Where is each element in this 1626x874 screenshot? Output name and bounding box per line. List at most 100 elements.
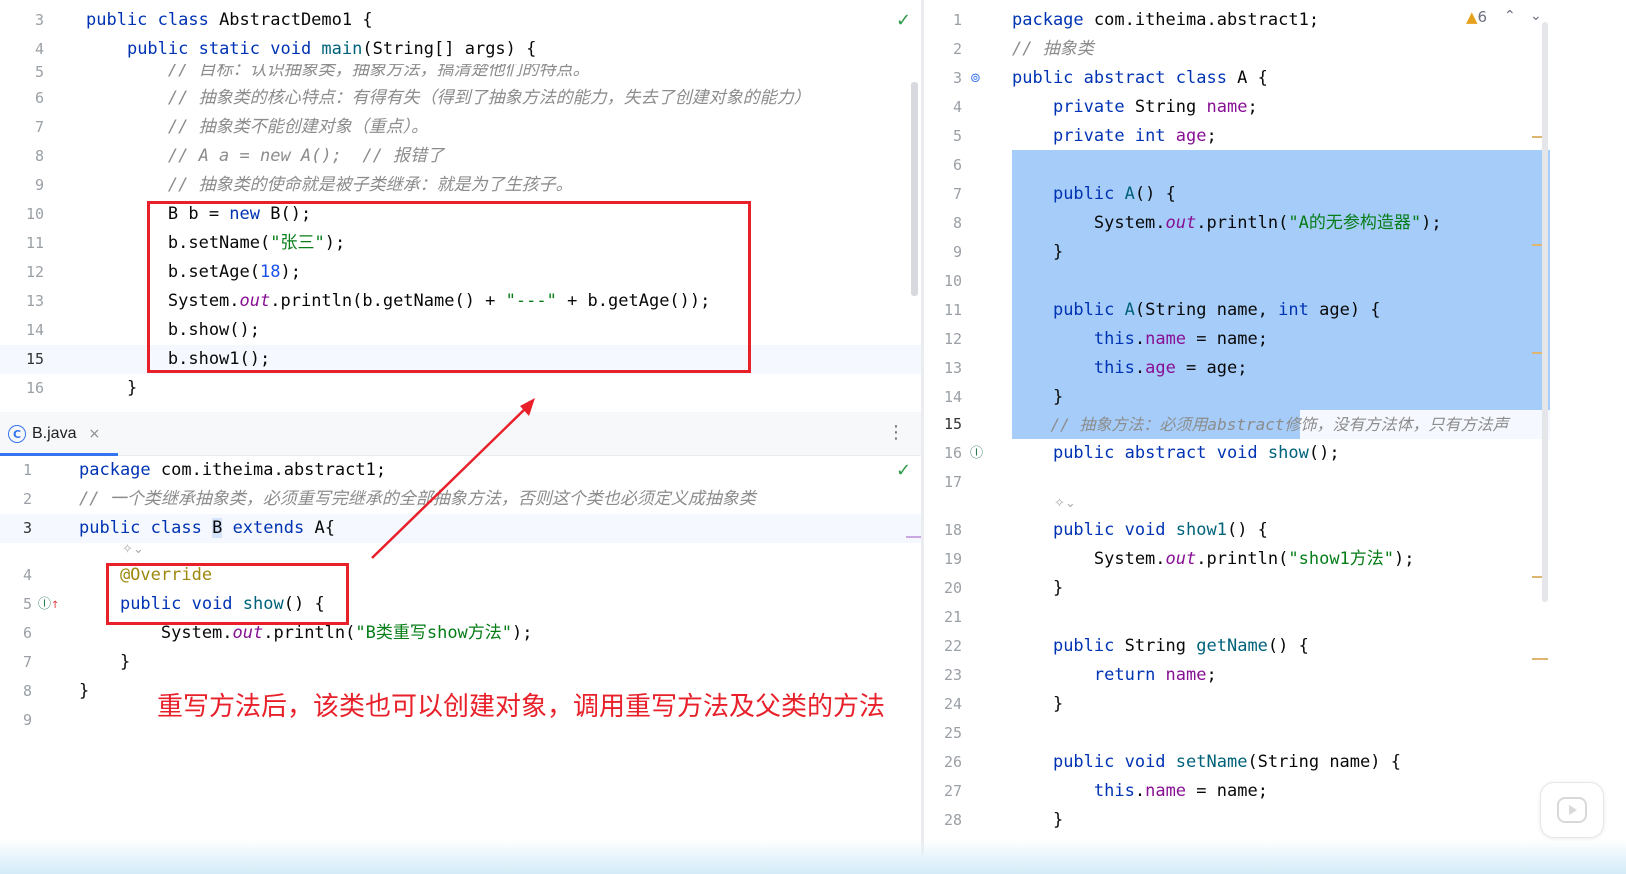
- line-number: 4: [952, 98, 962, 116]
- code-line[interactable]: // 抽象类的核心特点：有得有失（得到了抽象方法的能力，失去了创建对象的能力）: [86, 84, 811, 113]
- code-line[interactable]: }: [79, 677, 89, 706]
- explanation-annotation: 重写方法后，该类也可以创建对象，调用重写方法及父类的方法: [157, 692, 886, 722]
- line-number: 13: [25, 292, 44, 310]
- previous-highlight-icon[interactable]: ⌃: [1504, 8, 1516, 24]
- tab-label: B.java: [32, 425, 77, 442]
- code-line[interactable]: // 抽象类不能创建对象（重点）。: [86, 113, 428, 142]
- no-problems-check-icon: ✓: [896, 10, 912, 31]
- code-line[interactable]: public abstract class A {: [1012, 64, 1268, 93]
- code-line[interactable]: package com.itheima.abstract1;: [1012, 6, 1319, 35]
- line-number: 15: [25, 350, 44, 368]
- line-number: 15: [943, 415, 962, 433]
- code-line[interactable]: // 一个类继承抽象类，必须重写完继承的全部抽象方法，否则这个类也必须定义成抽象…: [79, 485, 756, 514]
- code-line[interactable]: }: [1012, 574, 1063, 603]
- close-icon[interactable]: ×: [88, 426, 100, 442]
- line-number: 6: [952, 156, 962, 174]
- line-number: 12: [25, 263, 44, 281]
- line-number: 13: [943, 359, 962, 377]
- line-number: 21: [943, 608, 962, 626]
- code-line[interactable]: System.out.println("show1方法");: [1012, 545, 1415, 574]
- line-number: 5: [34, 64, 44, 81]
- play-icon: [1557, 797, 1587, 823]
- line-number: 6: [34, 89, 44, 107]
- warning-icon: ▲: [1466, 8, 1478, 26]
- line-number: 23: [943, 666, 962, 684]
- code-line[interactable]: }: [1012, 690, 1063, 719]
- code-line[interactable]: public A(String name, int age) {: [1012, 296, 1381, 325]
- code-line[interactable]: }: [79, 648, 130, 677]
- more-options-icon[interactable]: ⋮: [887, 422, 905, 443]
- line-number: 4: [34, 40, 44, 58]
- line-number: 2: [952, 40, 962, 58]
- code-line[interactable]: // A a = new A(); // 报错了: [86, 142, 444, 171]
- code-line[interactable]: }: [1012, 806, 1063, 835]
- code-line[interactable]: public void show1() {: [1012, 516, 1268, 545]
- line-number: 5: [22, 595, 32, 613]
- line-number: 7: [34, 118, 44, 136]
- code-line[interactable]: }: [1012, 383, 1063, 412]
- line-number: 12: [943, 330, 962, 348]
- ai-assist-icon[interactable]: ✧⌄: [1054, 496, 1076, 511]
- code-line[interactable]: public class B extends A{: [79, 514, 335, 543]
- class-icon: C: [8, 425, 26, 443]
- code-line[interactable]: this.age = age;: [1012, 354, 1248, 383]
- code-line[interactable]: return name;: [1012, 661, 1217, 690]
- line-number: 1: [952, 11, 962, 29]
- line-number: 4: [22, 566, 32, 584]
- code-line[interactable]: public A() {: [1012, 180, 1176, 209]
- play-button[interactable]: [1540, 782, 1604, 838]
- line-number: 27: [943, 782, 962, 800]
- editor-tab-bar: C B.java × ⋮: [0, 412, 921, 456]
- code-line[interactable]: this.name = name;: [1012, 325, 1268, 354]
- implemented-method-icon[interactable]: Ⓘ: [970, 439, 983, 468]
- code-line[interactable]: // 抽象类的使命就是被子类继承：就是为了生孩子。: [86, 171, 573, 200]
- line-number: 9: [952, 243, 962, 261]
- code-line[interactable]: // 抽象类: [1012, 35, 1094, 64]
- line-number: 26: [943, 753, 962, 771]
- code-line[interactable]: // 目标：认识抽象类，抽象方法，搞清楚他们的特点。: [86, 64, 590, 84]
- inspection-widget[interactable]: ▲6: [1466, 8, 1487, 26]
- no-problems-check-icon: ✓: [896, 460, 912, 481]
- code-line[interactable]: private int age;: [1012, 122, 1217, 151]
- code-line[interactable]: public class AbstractDemo1 {: [86, 6, 373, 35]
- implements-method-icon[interactable]: Ⓘ↑: [38, 590, 59, 620]
- line-number: 10: [943, 272, 962, 290]
- line-number: 11: [25, 234, 44, 252]
- code-line[interactable]: private String name;: [1012, 93, 1258, 122]
- next-highlight-icon[interactable]: ⌄: [1530, 8, 1542, 24]
- code-line[interactable]: public static void main(String[] args) {: [86, 35, 536, 64]
- code-line[interactable]: this.name = name;: [1012, 777, 1268, 806]
- line-number: 8: [22, 682, 32, 700]
- has-implementations-icon[interactable]: ⊚: [970, 64, 981, 93]
- code-line[interactable]: // 抽象方法：必须用abstract修饰，没有方法体，只有方法声: [1012, 410, 1509, 439]
- line-number: 8: [952, 214, 962, 232]
- code-line[interactable]: public void setName(String name) {: [1012, 748, 1401, 777]
- line-number: 11: [943, 301, 962, 319]
- line-number: 24: [943, 695, 962, 713]
- line-number: 9: [34, 176, 44, 194]
- line-number: 1: [22, 461, 32, 479]
- code-line[interactable]: public abstract void show();: [1012, 439, 1340, 468]
- code-line[interactable]: package com.itheima.abstract1;: [79, 456, 386, 485]
- line-number: 3: [22, 519, 32, 537]
- line-number: 3: [34, 11, 44, 29]
- line-number: 6: [22, 624, 32, 642]
- line-number: 14: [943, 388, 962, 406]
- vertical-scrollbar[interactable]: [911, 82, 918, 296]
- line-number: 7: [22, 653, 32, 671]
- ai-assist-icon[interactable]: ✧⌄: [122, 542, 144, 557]
- line-number: 10: [25, 205, 44, 223]
- bottom-editor[interactable]: 1 package com.itheima.abstract1; 2 // 一个类继…: [0, 456, 921, 840]
- highlight-box-method-calls: [147, 201, 751, 373]
- line-number: 25: [943, 724, 962, 742]
- line-number: 19: [943, 550, 962, 568]
- code-line[interactable]: System.out.println("A的无参构造器");: [1012, 209, 1442, 238]
- tab-b-java[interactable]: C B.java ×: [8, 412, 100, 456]
- scroll-marker: [906, 536, 921, 538]
- code-line[interactable]: }: [86, 374, 137, 403]
- code-line[interactable]: public String getName() {: [1012, 632, 1309, 661]
- vertical-scrollbar[interactable]: [1542, 22, 1548, 602]
- right-editor[interactable]: 1 package com.itheima.abstract1; 2// 抽象类 …: [924, 0, 1626, 840]
- line-number: 2: [22, 490, 32, 508]
- code-line[interactable]: }: [1012, 238, 1063, 267]
